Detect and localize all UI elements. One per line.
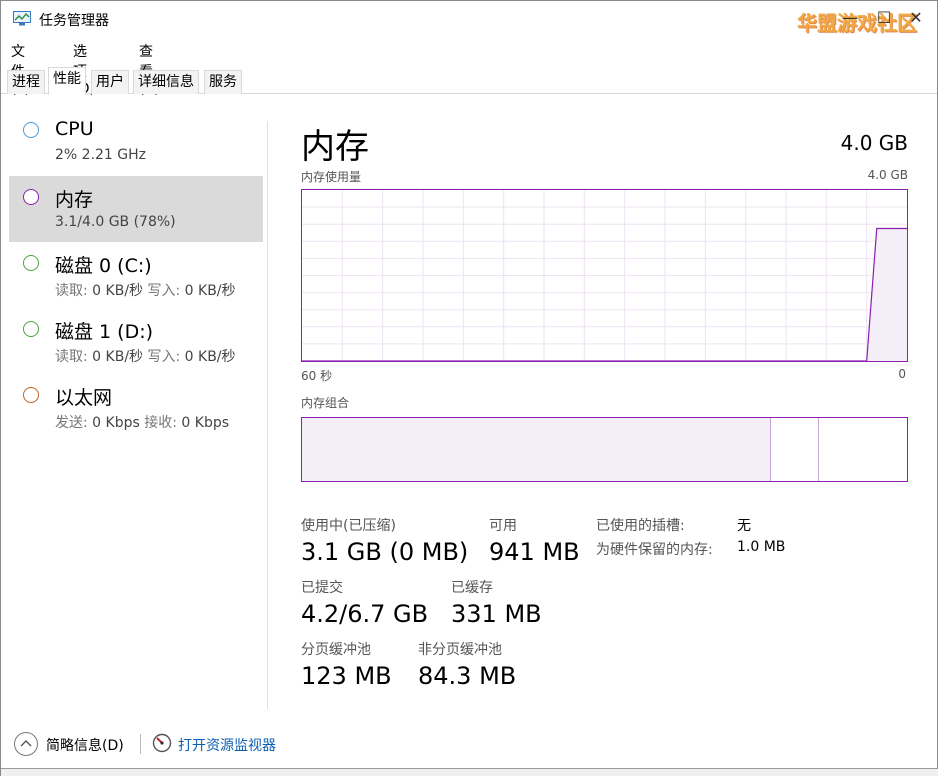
tab-services[interactable]: 服务 (204, 70, 242, 94)
resource-summary: 2% 2.21 GHz (55, 147, 147, 163)
stat-paged-pool: 分页缓冲池 123 MB (301, 639, 392, 690)
stat-value: 84.3 MB (418, 662, 517, 690)
footer-separator (140, 734, 141, 754)
stat-label: 使用中(已压缩) (301, 518, 396, 534)
resource-summary: 读取: 0 KB/秒 写入: 0 KB/秒 (55, 283, 236, 299)
fewer-details-button[interactable] (14, 732, 38, 756)
window-title: 任务管理器 (39, 13, 109, 29)
composition-modified (771, 418, 819, 481)
ethernet-indicator-icon (23, 387, 39, 403)
reserved-value: 1.0 MB (737, 539, 786, 555)
resource-summary: 读取: 0 KB/秒 写入: 0 KB/秒 (55, 349, 236, 365)
stat-value: 331 MB (451, 600, 542, 628)
time-axis-left: 60 秒 (301, 369, 333, 383)
resource-item-cpu[interactable]: CPU 2% 2.21 GHz (9, 109, 263, 175)
reserved-label: 为硬件保留的内存: (596, 542, 713, 558)
resource-summary: 发送: 0 Kbps 接收: 0 Kbps (55, 415, 230, 431)
resource-name: 以太网 (55, 387, 113, 409)
resource-name: 磁盘 1 (D:) (55, 321, 154, 343)
tab-details[interactable]: 详细信息 (133, 70, 199, 94)
resource-name: 磁盘 0 (C:) (55, 255, 152, 277)
total-memory: 4.0 GB (840, 131, 908, 155)
stat-label: 可用 (489, 518, 517, 534)
composition-in-use (302, 418, 771, 481)
stat-committed: 已提交 4.2/6.7 GB (301, 577, 428, 628)
slots-label: 已使用的插槽: (596, 518, 685, 534)
footer-bar: 简略信息(D) 打开资源监视器 (1, 725, 937, 765)
resource-name: CPU (55, 118, 94, 140)
minimize-button[interactable]: — (837, 5, 863, 31)
stat-available: 可用 941 MB (489, 515, 580, 566)
maximize-button[interactable]: ☐ (871, 5, 897, 31)
close-button[interactable]: ✕ (903, 5, 929, 31)
resource-name: 内存 (55, 189, 94, 211)
stat-label: 分页缓冲池 (301, 642, 371, 658)
open-resource-monitor-link[interactable]: 打开资源监视器 (178, 735, 276, 755)
resource-item-disk-1[interactable]: 磁盘 1 (D:) 读取: 0 KB/秒 写入: 0 KB/秒 (9, 308, 263, 374)
chevron-up-icon (20, 740, 32, 747)
resource-list: CPU 2% 2.21 GHz 内存 3.1/4.0 GB (78%) 磁盘 0… (9, 109, 263, 709)
stat-in-use: 使用中(已压缩) 3.1 GB (0 MB) (301, 515, 468, 566)
stat-value: 941 MB (489, 538, 580, 566)
tab-users[interactable]: 用户 (91, 70, 129, 94)
fewer-details-label[interactable]: 简略信息(D) (46, 735, 124, 755)
slots-value: 无 (737, 518, 751, 534)
resource-item-memory[interactable]: 内存 3.1/4.0 GB (78%) (9, 176, 263, 242)
memory-composition-bar (301, 417, 908, 482)
cpu-indicator-icon (23, 122, 39, 138)
stat-cached: 已缓存 331 MB (451, 577, 542, 628)
disk-indicator-icon (23, 321, 39, 337)
memory-indicator-icon (23, 189, 39, 205)
resource-monitor-icon[interactable] (152, 733, 172, 753)
stat-label: 已提交 (301, 580, 343, 596)
resource-summary: 3.1/4.0 GB (78%) (55, 214, 176, 230)
stat-nonpaged-pool: 非分页缓冲池 84.3 MB (418, 639, 516, 690)
usage-line (302, 227, 907, 361)
stat-label: 已缓存 (451, 580, 493, 596)
window-bottom-edge (1, 768, 938, 776)
stat-value: 123 MB (301, 662, 392, 690)
page-title: 内存 (301, 127, 369, 167)
time-axis-right: 0 (898, 367, 906, 381)
usage-graph-max: 4.0 GB (867, 168, 908, 182)
stat-label: 非分页缓冲池 (418, 642, 502, 658)
tab-bar: 进程 性能 用户 详细信息 服务 (1, 67, 937, 95)
resource-item-disk-0[interactable]: 磁盘 0 (C:) 读取: 0 KB/秒 写入: 0 KB/秒 (9, 242, 263, 308)
title-bar[interactable]: 任务管理器 华盟游戏社区 — ☐ ✕ (1, 1, 937, 37)
task-manager-icon (13, 11, 31, 26)
memory-usage-graph (301, 189, 908, 362)
tab-performance[interactable]: 性能 (48, 67, 86, 95)
disk-indicator-icon (23, 255, 39, 271)
composition-standby (819, 418, 907, 481)
usage-area (302, 228, 907, 361)
stat-value: 4.2/6.7 GB (301, 600, 429, 628)
memory-usage-chart (302, 190, 907, 361)
composition-label: 内存组合 (301, 396, 350, 410)
tab-processes[interactable]: 进程 (7, 70, 45, 94)
usage-graph-label: 内存使用量 (301, 170, 362, 184)
stat-value: 3.1 GB (0 MB) (301, 538, 469, 566)
task-manager-window: 任务管理器 华盟游戏社区 — ☐ ✕ 文件(F) 选项(O) 查看(V) 进程 … (0, 0, 938, 776)
pane-divider[interactable] (267, 121, 268, 709)
resource-item-ethernet[interactable]: 以太网 发送: 0 Kbps 接收: 0 Kbps (9, 374, 263, 440)
